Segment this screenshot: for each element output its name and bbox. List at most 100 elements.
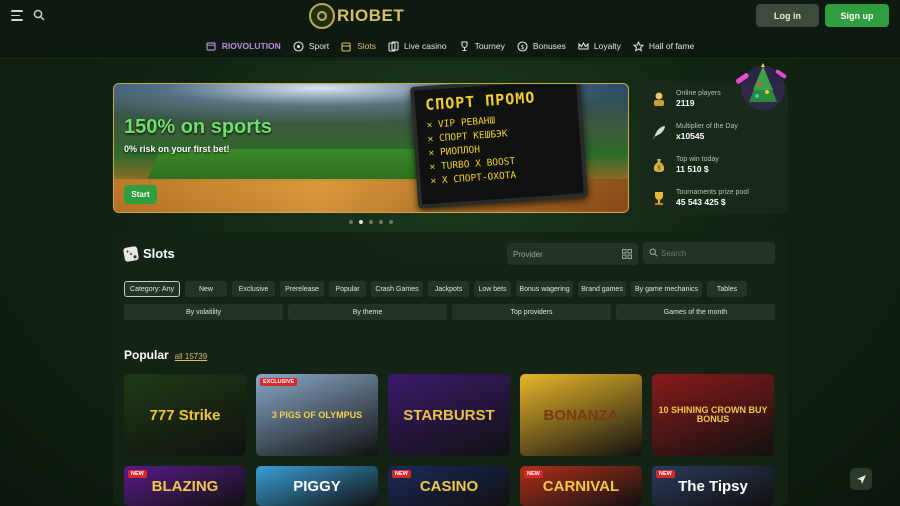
- stat-value: x10545: [676, 131, 705, 141]
- game-badge: NEW: [128, 470, 147, 478]
- logo-text: RIOBET: [337, 6, 405, 25]
- chip-prerelease[interactable]: Prerelease: [280, 281, 324, 297]
- logo-mark-icon: [309, 3, 335, 29]
- nav-divider: [0, 58, 900, 59]
- nav-label: Live casino: [404, 41, 447, 51]
- nav-item-slots[interactable]: Slots: [341, 41, 376, 52]
- slots-panel: [113, 232, 788, 506]
- stat-label: Tournaments prize pool: [676, 189, 749, 196]
- nav-label: Slots: [357, 41, 377, 51]
- coin-icon: $: [517, 40, 528, 52]
- money-bag-icon: $: [651, 157, 667, 173]
- game-title: 10 SHINING CROWN BUY BONUS: [658, 405, 768, 424]
- rocket-icon: [651, 124, 667, 140]
- popular-heading: Popular all 15739: [124, 348, 207, 362]
- stat-prize-pool: Tournaments prize pool 45 543 425 $: [651, 188, 749, 208]
- carousel-dot[interactable]: [369, 220, 373, 224]
- nav-label: Tourney: [474, 41, 505, 51]
- stat-value: 45 543 425 $: [676, 197, 726, 207]
- provider-select[interactable]: Provider: [507, 243, 638, 265]
- chip-jackpots[interactable]: Jackpots: [428, 281, 469, 297]
- send-icon: [856, 474, 866, 484]
- stat-label: Top win today: [676, 156, 719, 163]
- stat-label: Multiplier of the Day: [676, 123, 738, 130]
- stat-value: 11 510 $: [676, 164, 709, 174]
- game-tile[interactable]: 3 PIGS OF OLYMPUS EXCLUSIVE: [256, 374, 378, 456]
- chip-category[interactable]: Category: Any: [124, 281, 180, 297]
- nav-item-hall-of-fame[interactable]: Hall of fame: [632, 40, 695, 52]
- crown-icon: [578, 41, 589, 52]
- popular-all-link[interactable]: all 15739: [175, 352, 207, 361]
- menu-icon[interactable]: [11, 10, 23, 21]
- login-button[interactable]: Log in: [756, 4, 819, 27]
- search-icon: [649, 248, 658, 257]
- chip-top-providers[interactable]: Top providers: [452, 304, 611, 320]
- cards-icon: [388, 40, 399, 52]
- popular-title: Popular: [124, 348, 169, 362]
- nav-label: Hall of fame: [648, 41, 695, 51]
- game-tile[interactable]: CARNIVAL NEW: [520, 466, 642, 506]
- soccer-ball-icon: [293, 40, 304, 52]
- nav-item-riovolution[interactable]: RIOVOLUTION: [206, 41, 281, 52]
- game-tile[interactable]: The Tipsy NEW: [652, 466, 774, 506]
- nav-item-live-casino[interactable]: Live casino: [388, 40, 447, 52]
- christmas-tree-icon: [735, 63, 787, 110]
- trophy-icon: [459, 40, 470, 52]
- game-tile[interactable]: CASINO NEW: [388, 466, 510, 506]
- stat-label: Online players: [676, 90, 721, 97]
- nav-item-tourney[interactable]: Tourney: [459, 40, 505, 52]
- nav-item-bonuses[interactable]: $ Bonuses: [517, 40, 566, 52]
- chip-popular[interactable]: Popular: [329, 281, 366, 297]
- slots-title: Slots: [143, 246, 175, 261]
- game-title: BONANZA: [543, 406, 619, 424]
- trophy-icon: [651, 190, 667, 206]
- chip-games-of-month[interactable]: Games of the month: [616, 304, 775, 320]
- grid-icon: [622, 249, 632, 259]
- game-badge: NEW: [392, 470, 411, 478]
- signup-button[interactable]: Sign up: [825, 4, 889, 27]
- game-tile[interactable]: PIGGY: [256, 466, 378, 506]
- chip-brand-games[interactable]: Brand games: [578, 281, 626, 297]
- chip-game-mechanics[interactable]: By game mechanics: [631, 281, 702, 297]
- game-tile[interactable]: BONANZA: [520, 374, 642, 456]
- banner-start-button[interactable]: Start: [124, 185, 157, 204]
- svg-text:$: $: [520, 44, 524, 51]
- carousel-dot-active[interactable]: [359, 220, 363, 224]
- carousel-dot[interactable]: [389, 220, 393, 224]
- carousel-dot[interactable]: [379, 220, 383, 224]
- chip-by-volatility[interactable]: By volatility: [124, 304, 283, 320]
- player-icon: [651, 91, 667, 107]
- chip-new[interactable]: New: [185, 281, 227, 297]
- game-tile[interactable]: 10 SHINING CROWN BUY BONUS: [652, 374, 774, 456]
- carousel-dot[interactable]: [349, 220, 353, 224]
- main-nav: RIOVOLUTION Sport Slots Live casino Tour…: [0, 36, 900, 56]
- nav-item-loyalty[interactable]: Loyalty: [578, 41, 621, 52]
- chip-crash-games[interactable]: Crash Games: [371, 281, 423, 297]
- stat-value: 2119: [676, 98, 695, 108]
- nav-label: Bonuses: [532, 41, 566, 51]
- chip-low-bets[interactable]: Low bets: [474, 281, 511, 297]
- promo-banner[interactable]: 150% on sports 0% risk on your first bet…: [113, 83, 629, 213]
- chip-by-theme[interactable]: By theme: [288, 304, 447, 320]
- chip-exclusive[interactable]: Exclusive: [232, 281, 275, 297]
- game-title: STARBURST: [403, 406, 495, 424]
- svg-text:$: $: [657, 165, 661, 172]
- carousel-dots: [349, 220, 399, 224]
- slot-machine-icon: [341, 41, 352, 52]
- riobet-logo[interactable]: RIOBET: [309, 3, 404, 29]
- nav-item-sport[interactable]: Sport: [293, 40, 329, 52]
- game-tile[interactable]: BLAZING NEW: [124, 466, 246, 506]
- game-tile[interactable]: STARBURST: [388, 374, 510, 456]
- search-icon[interactable]: [33, 9, 45, 21]
- promo-scoreboard: СПОРТ ПРОМО ✕ VIP РЕВАНШ ✕ СПОРТ КЕШБЭК …: [409, 84, 589, 209]
- banner-title: 150% on sports: [124, 116, 272, 138]
- chip-tables[interactable]: Tables: [707, 281, 747, 297]
- provider-placeholder: Provider: [513, 249, 543, 259]
- send-button[interactable]: [850, 468, 872, 490]
- game-badge: EXCLUSIVE: [260, 378, 298, 386]
- slots-search-input[interactable]: [643, 242, 775, 264]
- game-tile[interactable]: 777 Strike: [124, 374, 246, 456]
- chip-bonus-wagering[interactable]: Bonus wagering: [516, 281, 573, 297]
- game-badge: NEW: [656, 470, 675, 478]
- game-title: PIGGY: [293, 477, 341, 495]
